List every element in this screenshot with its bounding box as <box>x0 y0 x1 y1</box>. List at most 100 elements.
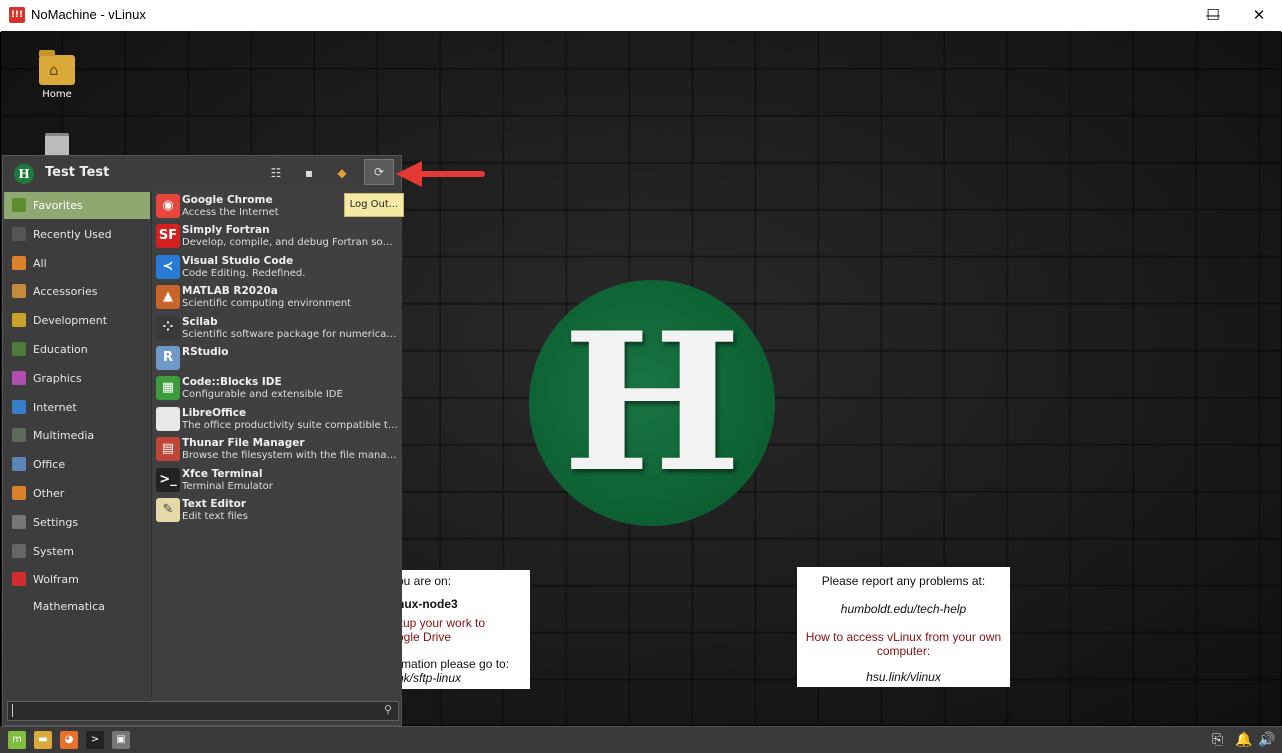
search-input[interactable]: ⚲ <box>7 701 399 721</box>
minimize-button-2[interactable] <box>1144 0 1190 31</box>
app-item-vscode[interactable]: ≺ Visual Studio Code Code Editing. Redefin… <box>152 252 402 282</box>
desktop-icon-home[interactable]: ⌂ Home <box>17 50 97 100</box>
right-info-panel: Please report any problems at: humboldt.… <box>797 567 1010 687</box>
app-item-rstudio[interactable]: R RStudio <box>152 343 402 373</box>
volume-icon[interactable]: 🔊 <box>1258 731 1275 749</box>
logout-button[interactable]: ⟳ <box>364 159 394 185</box>
info-text: nux-node3 <box>397 597 458 611</box>
settings-manager-button[interactable]: ☷ <box>265 163 287 183</box>
internet-icon <box>12 399 26 414</box>
maximize-button[interactable]: ☐ <box>1190 0 1236 31</box>
app-item-codeblocks[interactable]: ▦ Code::Blocks IDE Configurable and extens… <box>152 373 402 403</box>
files-icon[interactable]: ▬ <box>34 731 52 749</box>
app-description: Scientific computing environment <box>182 298 352 310</box>
recent-icon <box>12 226 26 241</box>
app-name: MATLAB R2020a <box>182 285 278 298</box>
logout-icon: ⟳ <box>373 165 385 179</box>
settings-manager-icon: ☷ <box>270 166 282 180</box>
info-text: kup your work to <box>397 616 486 630</box>
app-list: ◉ Google Chrome Access the Internet SF Simpl… <box>151 191 402 697</box>
category-label: Recently Used <box>33 227 112 241</box>
mint-menu-icon[interactable]: m <box>8 731 26 749</box>
app-description: The office productivity suite compatible… <box>182 419 398 431</box>
category-graphics[interactable]: Graphics <box>4 365 150 392</box>
app-description: Terminal Emulator <box>182 480 273 492</box>
terminal-launcher-icon[interactable]: > <box>86 731 104 749</box>
logout-tooltip: Log Out... <box>344 193 404 217</box>
other-icon <box>12 485 26 500</box>
graphics-icon <box>12 370 26 385</box>
category-label: Internet <box>33 400 77 414</box>
category-settings[interactable]: Settings <box>4 509 150 536</box>
favorites-icon <box>12 198 26 212</box>
mathematica-icon <box>12 572 26 587</box>
app-item-terminal[interactable]: >_ Xfce Terminal Terminal Emulator <box>152 465 402 495</box>
app-item-scilab[interactable]: ⁘ Scilab Scientific software package for n… <box>152 313 402 343</box>
info-text: computer: <box>876 644 931 658</box>
application-menu: H Test Test ☷ ▪ ◆ ⟳ Favorites Recently Us… <box>2 155 402 726</box>
app-name: Thunar File Manager <box>182 437 305 450</box>
category-accessories[interactable]: Accessories <box>4 278 150 305</box>
menu-header: H Test Test ☷ ▪ ◆ ⟳ <box>3 156 401 190</box>
category-label: Education <box>33 342 88 356</box>
simply-fortran-icon: SF <box>156 224 180 249</box>
app-description: Develop, compile, and debug Fortran sour… <box>182 237 398 249</box>
info-text: How to access vLinux from your own <box>805 630 1002 644</box>
search-icon: ⚲ <box>383 703 392 716</box>
app-name: Code::Blocks IDE <box>182 376 282 389</box>
category-recent[interactable]: Recently Used <box>4 221 150 248</box>
category-label: Development <box>33 314 108 328</box>
category-mathematica[interactable]: Wolfram Mathematica <box>4 566 150 613</box>
nomachine-icon: !!! <box>9 7 25 23</box>
category-office[interactable]: Office <box>4 451 150 478</box>
taskbar: m ▬ ◕ > ▣ ⎘ 🔔 🔊 <box>0 726 1282 753</box>
matlab-icon: ▲ <box>156 285 180 310</box>
app-name: Simply Fortran <box>182 224 270 237</box>
category-label: Accessories <box>33 285 98 299</box>
category-education[interactable]: Education <box>4 336 150 363</box>
category-all-apps[interactable]: All <box>4 250 150 277</box>
category-label: System <box>33 544 75 558</box>
app-description: Code Editing. Redefined. <box>182 267 306 279</box>
category-other[interactable]: Other <box>4 480 150 507</box>
app-item-matlab[interactable]: ▲ MATLAB R2020a Scientific computing envir… <box>152 282 402 312</box>
settings-icon <box>12 514 26 529</box>
app-description: Scientific software package for numerica… <box>182 328 398 340</box>
close-button[interactable]: ✕ <box>1236 0 1282 31</box>
category-label: All <box>33 256 47 270</box>
category-label: Favorites <box>33 199 83 212</box>
category-multimedia[interactable]: Multimedia <box>4 422 150 449</box>
lock-screen-button[interactable]: ▪ <box>298 163 320 183</box>
switch-user-button[interactable]: ◆ <box>331 163 353 183</box>
category-internet[interactable]: Internet <box>4 394 150 421</box>
vscode-icon: ≺ <box>156 254 180 279</box>
clipboard-icon[interactable]: ⎘ <box>1212 731 1223 749</box>
app-name: Scilab <box>182 315 218 328</box>
category-label: Multimedia <box>33 429 95 443</box>
app-item-thunar[interactable]: ▤ Thunar File Manager Browse the filesyste… <box>152 434 402 464</box>
app-description: Configurable and extensible IDE <box>182 389 343 401</box>
app-item-simply-fortran[interactable]: SF Simply Fortran Develop, compile, and de… <box>152 221 402 251</box>
accessories-icon <box>12 284 26 299</box>
category-list: Favorites Recently Used All Accessories Deve… <box>4 192 150 613</box>
firefox-icon[interactable]: ◕ <box>60 731 78 749</box>
app-item-libreoffice[interactable]: LibreOffice The office productivity suite… <box>152 404 402 434</box>
category-system[interactable]: System <box>4 538 150 565</box>
window-list-icon[interactable]: ▣ <box>112 731 130 749</box>
window-title: NoMachine - vLinux <box>31 7 146 22</box>
education-icon <box>12 341 26 356</box>
left-info-panel: ou are on: nux-node3 kup your work to og… <box>397 570 530 689</box>
terminal-icon: >_ <box>156 467 180 492</box>
home-folder-icon: ⌂ <box>39 50 75 85</box>
system-icon <box>12 543 26 558</box>
notification-bell-icon[interactable]: 🔔 <box>1235 731 1252 749</box>
app-item-text-editor[interactable]: ✎ Text Editor Edit text files <box>152 495 402 525</box>
category-favorites[interactable]: Favorites <box>4 192 150 219</box>
app-name: Xfce Terminal <box>182 467 263 480</box>
category-development[interactable]: Development <box>4 307 150 334</box>
codeblocks-icon: ▦ <box>156 376 180 401</box>
rstudio-icon: R <box>156 345 180 370</box>
desktop-icon-label: Home <box>42 89 72 100</box>
window-titlebar: !!! NoMachine - vLinux — ☐ ✕ <box>0 0 1282 32</box>
switch-user-icon: ◆ <box>337 166 347 180</box>
